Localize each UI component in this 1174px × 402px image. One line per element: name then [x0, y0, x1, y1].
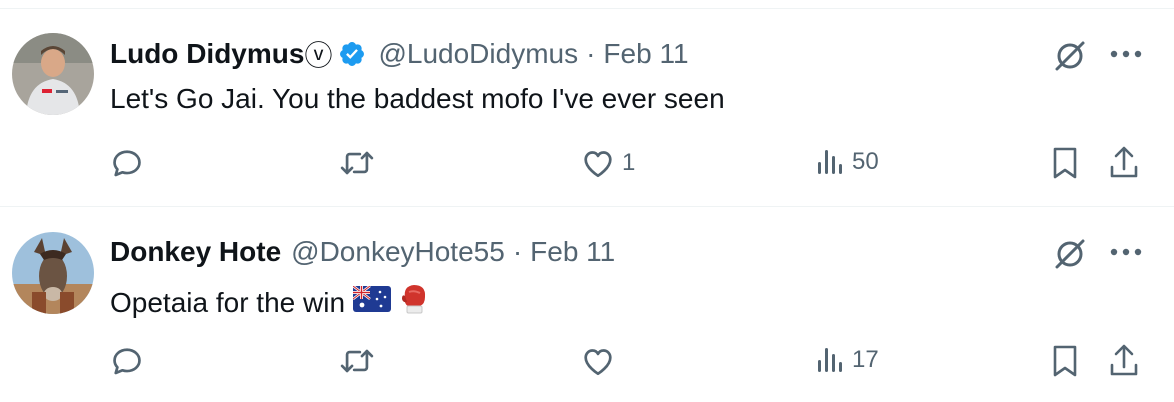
boxing-glove-icon — [399, 282, 429, 323]
australia-flag-icon — [352, 284, 392, 319]
separator-dot: · — [512, 236, 523, 267]
views-button[interactable]: 50 — [816, 148, 879, 176]
share-icon[interactable] — [1108, 145, 1140, 179]
timestamp[interactable]: Feb 11 — [530, 236, 615, 268]
grok-icon[interactable] — [1052, 236, 1088, 272]
like-button[interactable]: 1 — [580, 145, 635, 181]
share-icon[interactable] — [1108, 343, 1140, 377]
like-count: 1 — [622, 149, 636, 176]
tweet-ludo[interactable]: Ludo Didymus ⓥ @LudoDidymus · Feb 11 Let… — [0, 0, 1174, 205]
tweet-donkey[interactable]: Donkey Hote @DonkeyHote55 · Feb 11 Opeta… — [0, 206, 1174, 402]
like-button[interactable] — [580, 343, 622, 379]
tweet-text-row: Opetaia for the win — [110, 282, 429, 323]
avatar[interactable] — [12, 33, 94, 115]
view-count: 50 — [852, 148, 879, 175]
retweet-icon[interactable] — [338, 146, 376, 180]
views-button[interactable]: 17 — [816, 346, 879, 374]
bookmark-icon[interactable] — [1052, 146, 1078, 180]
bookmark-icon[interactable] — [1052, 344, 1078, 378]
tweet-text: Opetaia for the win — [110, 286, 346, 318]
handle[interactable]: @LudoDidymus — [378, 38, 578, 70]
views-icon — [818, 348, 842, 372]
heart-icon — [584, 349, 612, 376]
reply-icon[interactable] — [109, 343, 145, 379]
more-icon[interactable] — [1110, 50, 1142, 58]
retweet-icon[interactable] — [338, 344, 376, 378]
view-count: 17 — [852, 346, 879, 373]
views-icon — [818, 150, 842, 174]
avatar[interactable] — [12, 232, 94, 314]
display-name[interactable]: Ludo Didymus — [110, 38, 304, 70]
more-icon[interactable] — [1110, 248, 1142, 256]
heart-icon — [584, 151, 612, 178]
tweet-header: Ludo Didymus ⓥ @LudoDidymus · Feb 11 — [110, 37, 689, 71]
grok-icon[interactable] — [1052, 38, 1088, 74]
reply-icon[interactable] — [109, 145, 145, 181]
display-name[interactable]: Donkey Hote — [110, 236, 281, 268]
separator-dot: · — [586, 38, 596, 69]
tweet-header: Donkey Hote @DonkeyHote55 · Feb 11 — [110, 235, 615, 269]
tweet-text: Let's Go Jai. You the baddest mofo I've … — [110, 83, 725, 114]
name-suffix: ⓥ — [304, 40, 333, 71]
verified-badge-icon[interactable] — [338, 40, 366, 68]
timestamp[interactable]: Feb 11 — [603, 38, 688, 70]
handle[interactable]: @DonkeyHote55 — [291, 236, 505, 268]
